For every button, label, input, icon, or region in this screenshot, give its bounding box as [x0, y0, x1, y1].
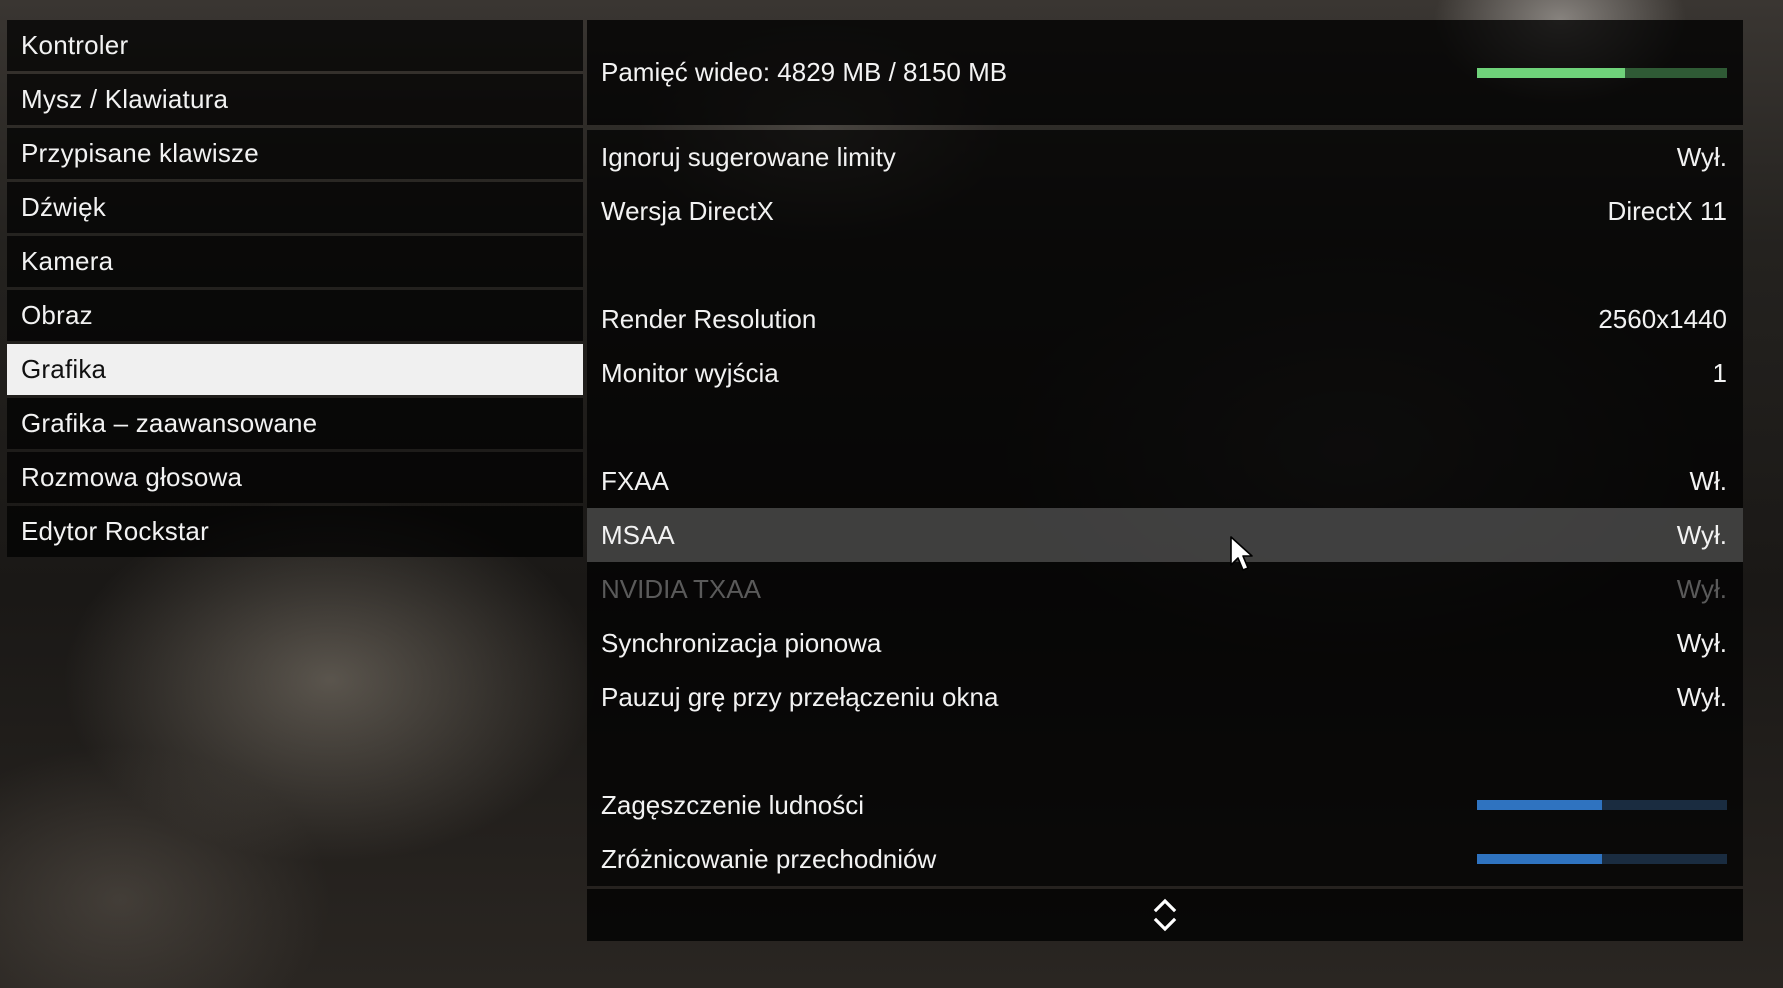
nav-item-przypisane-klawisze[interactable]: Przypisane klawisze	[7, 128, 583, 179]
nav-item-label: Kontroler	[21, 30, 129, 60]
setting-label: Zróżnicowanie przechodniów	[601, 843, 937, 874]
setting-label: Monitor wyjścia	[601, 357, 779, 388]
nav-item-label: Kamera	[21, 246, 114, 276]
setting-value: Wył.	[1676, 627, 1727, 658]
setting-row-ignoruj-limity[interactable]: Ignoruj sugerowane limity Wył.	[587, 130, 1743, 184]
setting-row-fxaa[interactable]: FXAA Wł.	[587, 454, 1743, 508]
setting-label: MSAA	[601, 519, 675, 550]
nav-item-kamera[interactable]: Kamera	[7, 236, 583, 287]
nav-item-label: Dźwięk	[21, 192, 106, 222]
settings-spacer	[587, 400, 1743, 454]
nav-item-label: Grafika	[21, 354, 107, 384]
setting-row-zroznicowanie-przechodniow[interactable]: Zróżnicowanie przechodniów	[587, 832, 1743, 886]
settings-spacer	[587, 724, 1743, 778]
setting-label: Zagęszczenie ludności	[601, 789, 865, 820]
nav-item-grafika-zaawansowane[interactable]: Grafika – zaawansowane	[7, 398, 583, 449]
setting-value: Wył.	[1676, 141, 1727, 172]
slider-fill	[1477, 800, 1602, 810]
setting-label: Wersja DirectX	[601, 195, 774, 226]
setting-row-monitor-wyjscia[interactable]: Monitor wyjścia 1	[587, 346, 1743, 400]
setting-label: Synchronizacja pionowa	[601, 627, 882, 658]
setting-value: Wył.	[1676, 573, 1727, 604]
setting-label: Ignoruj sugerowane limity	[601, 141, 896, 172]
nav-item-obraz[interactable]: Obraz	[7, 290, 583, 341]
setting-label: Render Resolution	[601, 303, 817, 334]
video-memory-label: Pamięć wideo: 4829 MB / 8150 MB	[601, 57, 1008, 87]
nav-item-label: Rozmowa głosowa	[21, 462, 243, 492]
setting-row-render-resolution[interactable]: Render Resolution 2560x1440	[587, 292, 1743, 346]
setting-value: DirectX 11	[1607, 195, 1727, 226]
settings-list: Ignoruj sugerowane limity Wył. Wersja Di…	[587, 130, 1743, 886]
settings-spacer	[587, 238, 1743, 292]
scroll-button[interactable]	[587, 889, 1743, 941]
setting-value: Wył.	[1676, 519, 1727, 550]
setting-label: Pauzuj grę przy przełączeniu okna	[601, 681, 999, 712]
setting-value: 1	[1712, 357, 1727, 388]
nav-item-grafika[interactable]: Grafika	[7, 344, 583, 395]
slider-fill	[1477, 854, 1602, 864]
video-memory-bar-fill	[1477, 67, 1625, 78]
nav-item-label: Przypisane klawisze	[21, 138, 259, 168]
up-down-chevron-icon	[1153, 898, 1177, 932]
setting-value: 2560x1440	[1598, 303, 1727, 334]
nav-item-label: Grafika – zaawansowane	[21, 408, 318, 438]
setting-row-wersja-directx[interactable]: Wersja DirectX DirectX 11	[587, 184, 1743, 238]
setting-row-synchronizacja-pionowa[interactable]: Synchronizacja pionowa Wył.	[587, 616, 1743, 670]
nav-item-mysz-klawiatura[interactable]: Mysz / Klawiatura	[7, 74, 583, 125]
setting-label: NVIDIA TXAA	[601, 573, 761, 604]
nav-item-label: Edytor Rockstar	[21, 516, 209, 546]
setting-row-zageszczenie-ludnosci[interactable]: Zagęszczenie ludności	[587, 778, 1743, 832]
settings-category-menu: Kontroler Mysz / Klawiatura Przypisane k…	[7, 20, 583, 560]
nav-item-label: Mysz / Klawiatura	[21, 84, 229, 114]
population-density-slider[interactable]	[1477, 800, 1727, 810]
setting-row-msaa[interactable]: MSAA Wył.	[587, 508, 1743, 562]
setting-row-nvidia-txaa: NVIDIA TXAA Wył.	[587, 562, 1743, 616]
setting-value: Wł.	[1689, 465, 1727, 496]
nav-item-edytor-rockstar[interactable]: Edytor Rockstar	[7, 506, 583, 557]
pedestrian-variety-slider[interactable]	[1477, 854, 1727, 864]
setting-row-pauzuj-gre[interactable]: Pauzuj grę przy przełączeniu okna Wył.	[587, 670, 1743, 724]
video-memory-header: Pamięć wideo: 4829 MB / 8150 MB	[587, 20, 1743, 125]
graphics-settings-panel: Pamięć wideo: 4829 MB / 8150 MB Ignoruj …	[587, 20, 1743, 941]
nav-item-label: Obraz	[21, 300, 93, 330]
setting-label: FXAA	[601, 465, 669, 496]
video-memory-bar	[1477, 67, 1727, 78]
nav-item-dzwiek[interactable]: Dźwięk	[7, 182, 583, 233]
nav-item-rozmowa-glosowa[interactable]: Rozmowa głosowa	[7, 452, 583, 503]
nav-item-kontroler[interactable]: Kontroler	[7, 20, 583, 71]
mouse-pointer-icon	[1230, 536, 1253, 571]
setting-value: Wył.	[1676, 681, 1727, 712]
